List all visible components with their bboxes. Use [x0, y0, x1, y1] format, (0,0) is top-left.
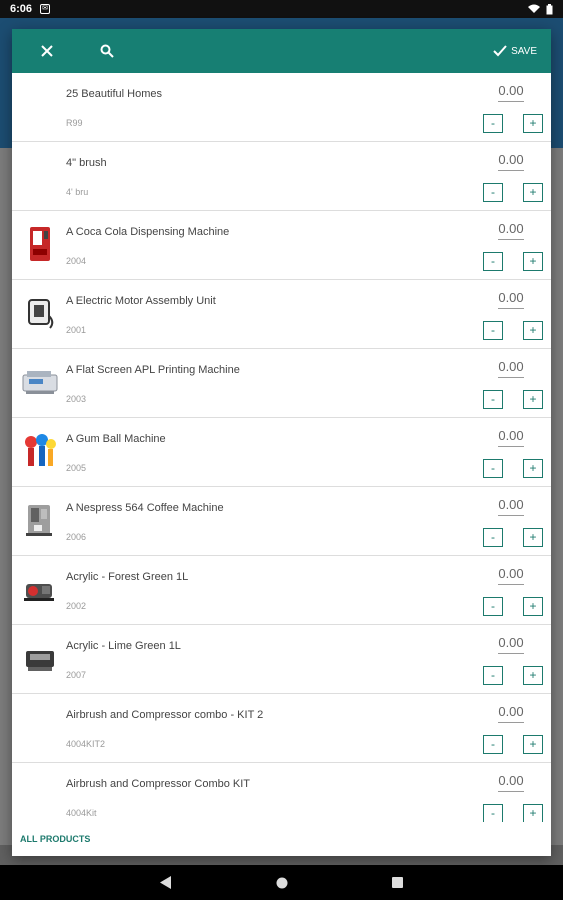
product-name: 25 Beautiful Homes — [66, 88, 162, 100]
close-button[interactable] — [34, 38, 60, 64]
status-time: 6:06 — [10, 3, 33, 15]
product-sku: 2005 — [66, 463, 87, 473]
status-bar: 6:06 ✉ — [0, 0, 563, 18]
quantity-value[interactable]: 0.00 — [498, 152, 524, 171]
quantity-value[interactable]: 0.00 — [498, 290, 524, 309]
product-name: A Gum Ball Machine — [66, 433, 166, 445]
check-icon — [493, 45, 507, 57]
product-sku: R99 — [66, 118, 83, 128]
product-name: A Coca Cola Dispensing Machine — [66, 226, 230, 238]
decrement-button[interactable]: - — [483, 735, 503, 754]
printer-machine-icon — [22, 363, 58, 401]
wifi-icon — [528, 4, 540, 13]
recents-icon — [392, 877, 403, 888]
search-button[interactable] — [94, 38, 120, 64]
quantity-value[interactable]: 0.00 — [498, 428, 524, 447]
decrement-button[interactable]: - — [483, 114, 503, 133]
home-icon — [276, 877, 287, 888]
gumball-machine-icon — [22, 432, 58, 470]
product-sku: 4' bru — [66, 187, 89, 197]
product-name: Acrylic - Forest Green 1L — [66, 571, 189, 583]
decrement-button[interactable]: - — [483, 390, 503, 409]
product-sku: 2002 — [66, 601, 87, 611]
product-picker-dialog: SAVE 25 Beautiful Homes R99 0.00 - + 4" … — [12, 29, 551, 856]
back-icon — [159, 876, 171, 889]
list-item[interactable]: 4" brush 4' bru 0.00 - + — [12, 142, 551, 211]
list-item[interactable]: A Coca Cola Dispensing Machine 2004 0.00… — [12, 211, 551, 280]
save-label: SAVE — [511, 45, 537, 57]
search-icon — [100, 44, 114, 58]
product-name: A Flat Screen APL Printing Machine — [66, 364, 240, 376]
product-name: 4" brush — [66, 157, 107, 169]
product-sku: 4004Kit — [66, 808, 97, 818]
quantity-value[interactable]: 0.00 — [498, 359, 524, 378]
increment-button[interactable]: + — [523, 597, 543, 616]
list-item[interactable]: A Flat Screen APL Printing Machine 2003 … — [12, 349, 551, 418]
product-name: A Electric Motor Assembly Unit — [66, 295, 216, 307]
increment-button[interactable]: + — [523, 735, 543, 754]
all-products-button[interactable]: ALL PRODUCTS — [20, 834, 90, 844]
increment-button[interactable]: + — [523, 321, 543, 340]
recents-button[interactable] — [390, 875, 406, 891]
list-item[interactable]: Acrylic - Forest Green 1L 2002 0.00 - + — [12, 556, 551, 625]
battery-icon — [546, 3, 553, 14]
increment-button[interactable]: + — [523, 183, 543, 202]
decrement-button[interactable]: - — [483, 183, 503, 202]
product-list[interactable]: 25 Beautiful Homes R99 0.00 - + 4" brush… — [12, 73, 551, 822]
decrement-button[interactable]: - — [483, 666, 503, 685]
motor-unit-icon — [22, 294, 58, 332]
product-sku: 2006 — [66, 532, 87, 542]
increment-button[interactable]: + — [523, 459, 543, 478]
paint-machine-icon — [22, 639, 58, 677]
increment-button[interactable]: + — [523, 114, 543, 133]
quantity-value[interactable]: 0.00 — [498, 221, 524, 240]
decrement-button[interactable]: - — [483, 252, 503, 271]
increment-button[interactable]: + — [523, 252, 543, 271]
list-item[interactable]: Airbrush and Compressor Combo KIT 4004Ki… — [12, 763, 551, 822]
decrement-button[interactable]: - — [483, 459, 503, 478]
quantity-value[interactable]: 0.00 — [498, 566, 524, 585]
quantity-value[interactable]: 0.00 — [498, 497, 524, 516]
decrement-button[interactable]: - — [483, 321, 503, 340]
product-sku: 2003 — [66, 394, 87, 404]
navigation-bar — [0, 865, 563, 900]
paint-machine-icon — [22, 570, 58, 608]
list-item[interactable]: Airbrush and Compressor combo - KIT 2 40… — [12, 694, 551, 763]
product-sku: 4004KIT2 — [66, 739, 106, 749]
coffee-machine-icon — [22, 501, 58, 539]
list-item[interactable]: A Gum Ball Machine 2005 0.00 - + — [12, 418, 551, 487]
increment-button[interactable]: + — [523, 390, 543, 409]
home-button[interactable] — [274, 875, 290, 891]
quantity-value[interactable]: 0.00 — [498, 83, 524, 102]
quantity-value[interactable]: 0.00 — [498, 773, 524, 792]
quantity-value[interactable]: 0.00 — [498, 704, 524, 723]
close-icon — [41, 45, 53, 57]
increment-button[interactable]: + — [523, 666, 543, 685]
product-name: Airbrush and Compressor Combo KIT — [66, 778, 251, 790]
save-button[interactable]: SAVE — [493, 45, 537, 57]
increment-button[interactable]: + — [523, 804, 543, 822]
product-name: Acrylic - Lime Green 1L — [66, 640, 181, 652]
list-item[interactable]: A Nespress 564 Coffee Machine 2006 0.00 … — [12, 487, 551, 556]
list-item[interactable]: Acrylic - Lime Green 1L 2007 0.00 - + — [12, 625, 551, 694]
increment-button[interactable]: + — [523, 528, 543, 547]
notification-icon: ✉ — [40, 4, 51, 14]
decrement-button[interactable]: - — [483, 804, 503, 822]
list-item[interactable]: 25 Beautiful Homes R99 0.00 - + — [12, 73, 551, 142]
quantity-value[interactable]: 0.00 — [498, 635, 524, 654]
decrement-button[interactable]: - — [483, 597, 503, 616]
list-item[interactable]: A Electric Motor Assembly Unit 2001 0.00… — [12, 280, 551, 349]
product-sku: 2004 — [66, 256, 87, 266]
product-sku: 2007 — [66, 670, 87, 680]
product-sku: 2001 — [66, 325, 87, 335]
back-button[interactable] — [158, 875, 174, 891]
dialog-toolbar: SAVE — [12, 29, 551, 73]
vending-machine-icon — [22, 225, 58, 263]
decrement-button[interactable]: - — [483, 528, 503, 547]
product-name: A Nespress 564 Coffee Machine — [66, 502, 224, 514]
product-name: Airbrush and Compressor combo - KIT 2 — [66, 709, 264, 721]
dialog-footer: ALL PRODUCTS — [12, 822, 551, 856]
